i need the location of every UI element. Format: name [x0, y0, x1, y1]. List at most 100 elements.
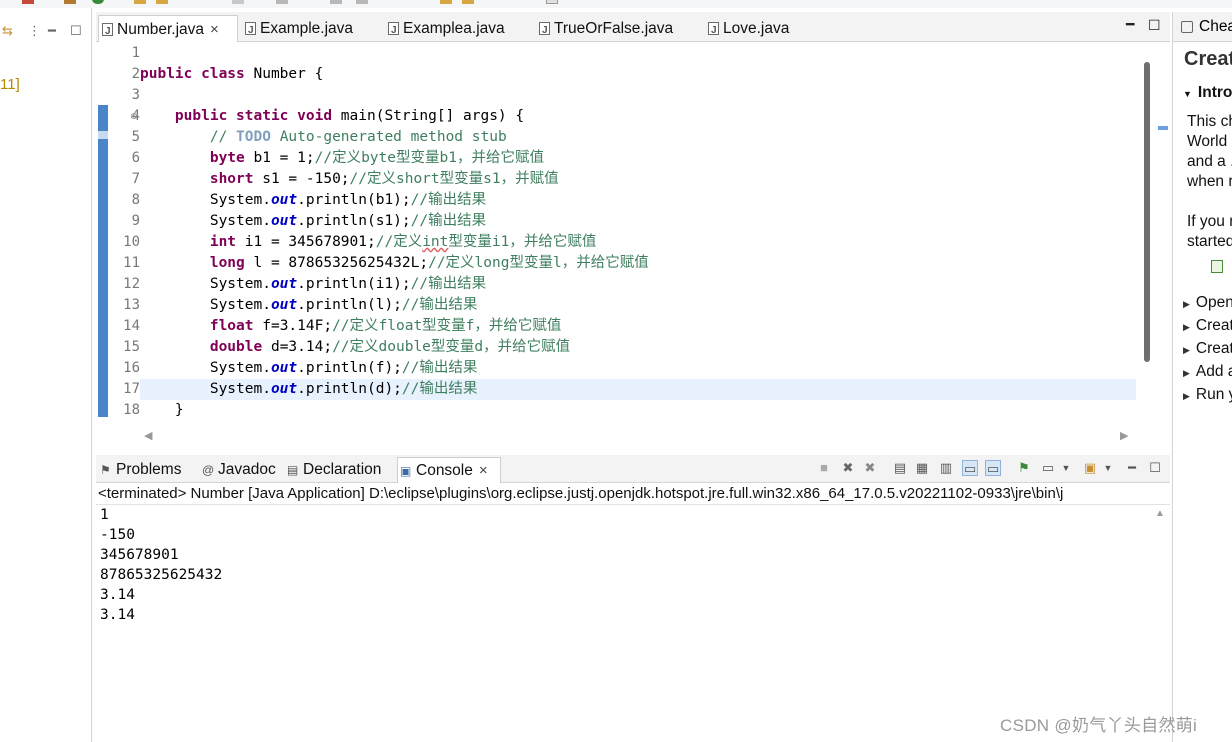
open-console-icon[interactable]: ▣ [1082, 460, 1098, 476]
toolbar-icon[interactable] [546, 0, 558, 4]
toolbar-icon[interactable] [330, 0, 342, 4]
minimize-icon[interactable]: ━ [1124, 460, 1140, 476]
change-marker [98, 105, 108, 417]
code-text: System. [209, 360, 271, 376]
code-text: d=3.14; [262, 339, 333, 355]
console-line: 3.14 [100, 587, 135, 603]
editor-vertical-scrollbar[interactable] [1140, 54, 1154, 366]
tab-label: Javadoc [218, 461, 276, 478]
console-process-description: <terminated> Number [Java Application] D… [96, 483, 1170, 505]
tab-number-java[interactable]: Number.java × [98, 15, 238, 45]
toolbar-icon[interactable] [22, 0, 34, 4]
word-wrap-icon[interactable]: ▥ [938, 460, 954, 476]
start-task-icon[interactable] [1211, 260, 1223, 273]
tab-cheat-sheets[interactable]: Chea [1173, 12, 1232, 42]
code-line: System.out.println(b1);//输出结果 [140, 190, 486, 211]
intro-text: This ch [1187, 113, 1232, 130]
keyword: public static void [174, 108, 333, 124]
pin-console-icon[interactable]: ⚑ [1016, 460, 1032, 476]
code-line: long l = 87865325625432L;//定义long型变量l，并给… [140, 253, 649, 274]
scrollbar-thumb[interactable] [1144, 62, 1150, 362]
tab-example-java[interactable]: Example.java [242, 15, 353, 44]
maximize-icon[interactable]: ☐ [1148, 18, 1161, 32]
close-icon[interactable]: × [479, 462, 488, 479]
display-console-icon[interactable]: ▭ [1040, 460, 1056, 476]
console-line: 87865325625432 [100, 567, 223, 583]
step-item[interactable]: ▶ Add a [1183, 363, 1232, 381]
scroll-left-icon[interactable]: ◀ [144, 429, 152, 442]
scroll-lock-icon[interactable]: ▦ [914, 460, 930, 476]
line-number: 5 [131, 129, 140, 145]
toolbar-icon[interactable] [276, 0, 288, 4]
keyword: int [209, 234, 237, 250]
static-field: out [270, 213, 298, 229]
console-line: 345678901 [100, 547, 179, 563]
console-vertical-scrollbar[interactable]: ▲ [1152, 505, 1168, 742]
view-menu-icon[interactable]: ⋮ [28, 23, 41, 39]
tab-javadoc[interactable]: @ Javadoc [200, 457, 276, 483]
overview-marker[interactable] [1158, 126, 1168, 130]
remove-launch-icon[interactable]: ✖ [840, 460, 856, 476]
editor-horizontal-scrollbar[interactable]: ◀ ▶ [140, 429, 1140, 445]
maximize-icon[interactable]: ☐ [70, 23, 82, 39]
chevron-right-icon: ▶ [1183, 345, 1190, 355]
intro-text: started [1187, 233, 1232, 250]
tab-declaration[interactable]: ▤ Declaration [285, 457, 381, 483]
console-output[interactable]: 1 -150 345678901 87865325625432 3.14 3.1… [96, 505, 1152, 742]
back-icon[interactable] [440, 0, 452, 4]
comment: 型变量i1，并给它赋值 [448, 234, 597, 250]
tab-console[interactable]: ▣ Console × [397, 457, 501, 483]
section-intro[interactable]: ▼ Intro [1183, 84, 1232, 102]
terminate-icon[interactable]: ■ [816, 460, 832, 476]
step-item[interactable]: ▶ Open [1183, 294, 1232, 312]
link-editor-icon[interactable]: ⇆ [2, 23, 13, 39]
remove-all-terminated-icon[interactable]: ✖ [862, 460, 878, 476]
spelling-warning[interactable]: int [422, 234, 448, 250]
cheat-sheet-title: Creat [1184, 48, 1232, 70]
comment: //输出结果 [410, 276, 487, 292]
show-on-stderr-icon[interactable]: ▭ [985, 460, 1001, 476]
toolbar-icon[interactable] [356, 0, 368, 4]
tab-love-java[interactable]: Love.java [705, 15, 790, 44]
clear-console-icon[interactable]: ▤ [892, 460, 908, 476]
toolbar-icon[interactable] [134, 0, 146, 4]
comment: //定义double型变量d，并给它赋值 [332, 339, 571, 355]
toolbar-icon[interactable] [232, 0, 244, 4]
forward-icon[interactable] [462, 0, 474, 4]
minimize-icon[interactable]: ━ [1126, 17, 1134, 31]
intro-text: when r [1187, 173, 1232, 190]
tab-examplea-java[interactable]: Examplea.java [385, 15, 505, 44]
step-item[interactable]: ▶ Creat [1183, 340, 1232, 358]
tree-item-fragment[interactable]: 11] [0, 76, 20, 93]
chevron-right-icon: ▶ [1183, 391, 1190, 401]
minimize-icon[interactable]: ━ [48, 23, 56, 39]
comment: //输出结果 [410, 192, 487, 208]
cheat-sheet-panel: Chea Creat ▼Intro This ch World and a . … [1172, 12, 1232, 742]
main-toolbar [0, 0, 1232, 8]
scroll-right-icon[interactable]: ▶ [1120, 429, 1128, 442]
toolbar-icon[interactable] [156, 0, 168, 4]
code-text: } [174, 402, 184, 418]
console-icon: ▣ [400, 464, 412, 478]
step-item[interactable]: ▶ Run y [1183, 386, 1232, 404]
show-on-stdout-icon[interactable]: ▭ [962, 460, 978, 476]
code-editor[interactable]: 1 2 3 4 5 6 7 8 9 10 11 12 13 14 15 16 1… [96, 43, 1170, 427]
tab-label: Love.java [723, 20, 790, 37]
step-item[interactable]: ▶ Creat [1183, 317, 1232, 335]
line-number: 10 [123, 234, 140, 250]
scroll-up-icon[interactable]: ▲ [1155, 508, 1165, 519]
chevron-down-icon[interactable]: ▼ [1058, 460, 1074, 476]
chevron-down-icon[interactable]: ▼ [1100, 460, 1116, 476]
maximize-icon[interactable]: ☐ [1147, 460, 1163, 476]
tab-label: Examplea.java [403, 20, 505, 37]
tab-trueorfalse-java[interactable]: TrueOrFalse.java [536, 15, 673, 44]
tab-label: Console [416, 462, 473, 479]
toolbar-icon[interactable] [64, 0, 76, 4]
tab-problems[interactable]: ⚑ Problems [98, 457, 181, 483]
task-marker-icon[interactable] [98, 131, 108, 139]
fold-toggle-icon[interactable]: ⊖ [130, 111, 138, 122]
close-icon[interactable]: × [210, 21, 219, 38]
run-icon[interactable] [92, 0, 104, 4]
step-label: Creat [1195, 317, 1232, 334]
bottom-view-tab-bar: ⚑ Problems @ Javadoc ▤ Declaration ▣ Con… [96, 455, 1170, 483]
